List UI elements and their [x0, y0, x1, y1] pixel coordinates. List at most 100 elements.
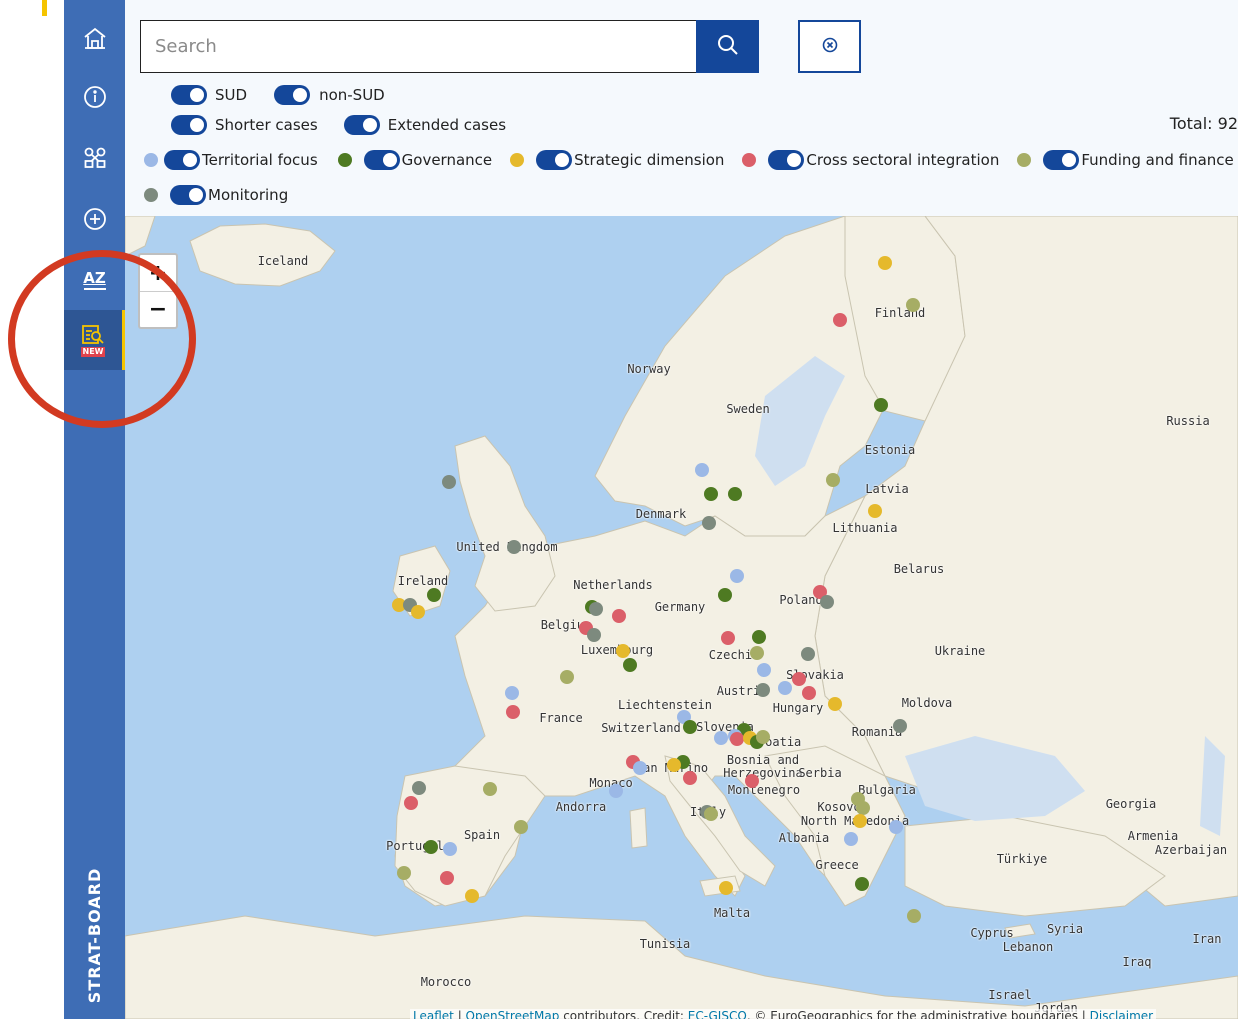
map-marker[interactable] [855, 877, 869, 891]
map-marker[interactable] [907, 909, 921, 923]
monitoring-label: Monitoring [208, 186, 289, 204]
map-marker[interactable] [424, 840, 438, 854]
map-marker[interactable] [667, 758, 681, 772]
map-marker[interactable] [507, 540, 521, 554]
map-marker[interactable] [412, 781, 426, 795]
map-marker[interactable] [404, 796, 418, 810]
brand-label: STRAT-BOARD [64, 860, 125, 1010]
map-marker[interactable] [756, 730, 770, 744]
map-marker[interactable] [874, 398, 888, 412]
map-marker[interactable] [906, 298, 920, 312]
map-marker[interactable] [483, 782, 497, 796]
map-marker[interactable] [442, 475, 456, 489]
map-marker[interactable] [506, 705, 520, 719]
shorter-cases-toggle[interactable] [171, 115, 207, 135]
non-sud-toggle[interactable] [274, 85, 311, 105]
map-marker[interactable] [878, 256, 892, 270]
map-marker[interactable] [728, 487, 742, 501]
governance-toggle[interactable] [363, 150, 400, 170]
map-marker[interactable] [702, 516, 716, 530]
map-marker[interactable] [826, 473, 840, 487]
map-marker[interactable] [752, 630, 766, 644]
attribution-ec-link[interactable]: EC-GISCO [688, 1009, 747, 1019]
map-marker[interactable] [443, 842, 457, 856]
map-marker[interactable] [465, 889, 479, 903]
map-marker[interactable] [514, 820, 528, 834]
map-marker[interactable] [853, 814, 867, 828]
map-marker[interactable] [704, 807, 718, 821]
map-marker[interactable] [844, 832, 858, 846]
map-marker[interactable] [704, 487, 718, 501]
attribution-tail: , © EuroGeographics for the administrati… [746, 1009, 1090, 1019]
map-marker[interactable] [820, 595, 834, 609]
map-marker[interactable] [721, 631, 735, 645]
map-marker[interactable] [683, 720, 697, 734]
map-marker[interactable] [609, 784, 623, 798]
funding-finance-toggle[interactable] [1043, 150, 1080, 170]
map-marker[interactable] [756, 683, 770, 697]
map-marker[interactable] [750, 646, 764, 660]
sidebar-item-new-search[interactable]: NEW [64, 310, 125, 370]
map-marker[interactable] [411, 605, 425, 619]
funding-finance-dot [1017, 153, 1032, 167]
map-marker[interactable] [616, 644, 630, 658]
map-marker[interactable] [868, 504, 882, 518]
az-label: AZ [83, 268, 106, 287]
map-marker[interactable] [719, 881, 733, 895]
search-button[interactable] [696, 20, 759, 73]
map-marker[interactable] [623, 658, 637, 672]
map-marker[interactable] [730, 732, 744, 746]
map-marker[interactable] [505, 686, 519, 700]
map-marker[interactable] [714, 731, 728, 745]
strategic-dimension-dot [510, 153, 525, 167]
attribution-disclaimer-link[interactable]: Disclaimer [1090, 1009, 1153, 1019]
map-marker[interactable] [856, 801, 870, 815]
map-marker[interactable] [612, 609, 626, 623]
map-label-belarus: Belarus [893, 562, 945, 576]
sidebar-item-info[interactable] [64, 72, 125, 122]
map-marker[interactable] [893, 719, 907, 733]
map-marker[interactable] [833, 313, 847, 327]
map-label-spain: Spain [463, 828, 501, 842]
sidebar-item-az[interactable]: AZ [64, 255, 125, 305]
map-marker[interactable] [440, 871, 454, 885]
map-marker[interactable] [757, 663, 771, 677]
map-marker[interactable] [778, 681, 792, 695]
map-marker[interactable] [633, 761, 647, 775]
search-input[interactable] [141, 21, 697, 72]
map-marker[interactable] [587, 628, 601, 642]
map-marker[interactable] [802, 686, 816, 700]
sud-toggle[interactable] [171, 85, 207, 105]
territorial-focus-toggle[interactable] [164, 150, 200, 170]
map-marker[interactable] [718, 588, 732, 602]
map-marker[interactable] [801, 647, 815, 661]
sidebar-item-network[interactable] [64, 133, 125, 183]
map-marker[interactable] [397, 866, 411, 880]
map-marker[interactable] [695, 463, 709, 477]
attribution-osm-link[interactable]: OpenStreetMap [466, 1009, 560, 1019]
europe-map[interactable]: + − Iceland Finland Norway Sweden Russia… [125, 216, 1238, 1019]
monitoring-toggle[interactable] [170, 185, 206, 205]
clear-icon [822, 37, 838, 57]
map-marker[interactable] [560, 670, 574, 684]
extended-cases-toggle[interactable] [343, 115, 380, 135]
zoom-in-button[interactable]: + [140, 255, 176, 291]
strategic-dimension-toggle[interactable] [536, 150, 573, 170]
map-marker[interactable] [683, 771, 697, 785]
map-marker[interactable] [889, 820, 903, 834]
zoom-out-button[interactable]: − [140, 291, 176, 327]
map-label-sweden: Sweden [726, 402, 770, 416]
map-marker[interactable] [427, 588, 441, 602]
cross-sectoral-toggle[interactable] [768, 150, 805, 170]
sidebar-item-add[interactable] [64, 194, 125, 244]
sidebar-item-home[interactable] [64, 14, 125, 64]
map-marker[interactable] [589, 602, 603, 616]
map-marker[interactable] [745, 774, 759, 788]
cross-sectoral-dot [742, 153, 757, 167]
clear-search-button[interactable] [798, 20, 861, 73]
map-land-layer [125, 216, 1238, 1019]
map-marker[interactable] [792, 672, 806, 686]
attribution-leaflet-link[interactable]: Leaflet [413, 1009, 454, 1019]
map-marker[interactable] [828, 697, 842, 711]
map-marker[interactable] [730, 569, 744, 583]
